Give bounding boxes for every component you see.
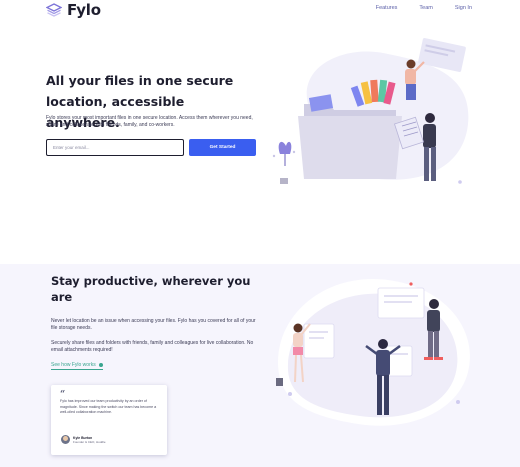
get-started-button[interactable]: Get Started xyxy=(189,139,256,156)
testimonial-card: “ Fylo has improved our team productivit… xyxy=(51,385,167,455)
avatar xyxy=(61,435,70,444)
nav-link-team[interactable]: Team xyxy=(419,5,432,11)
nav-link-sign-in[interactable]: Sign In xyxy=(455,5,472,11)
site-header: Fylo Features Team Sign In xyxy=(0,0,520,22)
productive-illustration xyxy=(276,278,470,426)
author-role: Founder & CEO, Huddle xyxy=(73,439,106,444)
quote-icon: “ xyxy=(60,390,66,400)
testimonial-text: Fylo has improved our team productivity … xyxy=(60,399,157,415)
productive-title: Stay productive, wherever you are xyxy=(51,274,251,304)
logo[interactable]: Fylo xyxy=(46,1,101,19)
logo-text: Fylo xyxy=(67,1,101,19)
layers-icon xyxy=(46,3,62,17)
see-how-fylo-works-link[interactable]: See how Fylo works xyxy=(51,362,103,370)
hero-illustration xyxy=(272,38,469,184)
email-input[interactable] xyxy=(46,139,184,156)
see-how-link-label: See how Fylo works xyxy=(51,362,96,368)
arrow-icon xyxy=(98,363,103,367)
productive-paragraph-1: Never let location be an issue when acce… xyxy=(51,318,256,331)
testimonial-author: Kyle Burton Founder & CEO, Huddle xyxy=(61,435,106,444)
hero-description: Fylo stores your most important files in… xyxy=(46,115,253,128)
nav-link-features[interactable]: Features xyxy=(376,5,398,11)
productive-paragraph-2: Securely share files and folders with fr… xyxy=(51,340,254,353)
main-nav: Features Team Sign In xyxy=(376,5,472,11)
